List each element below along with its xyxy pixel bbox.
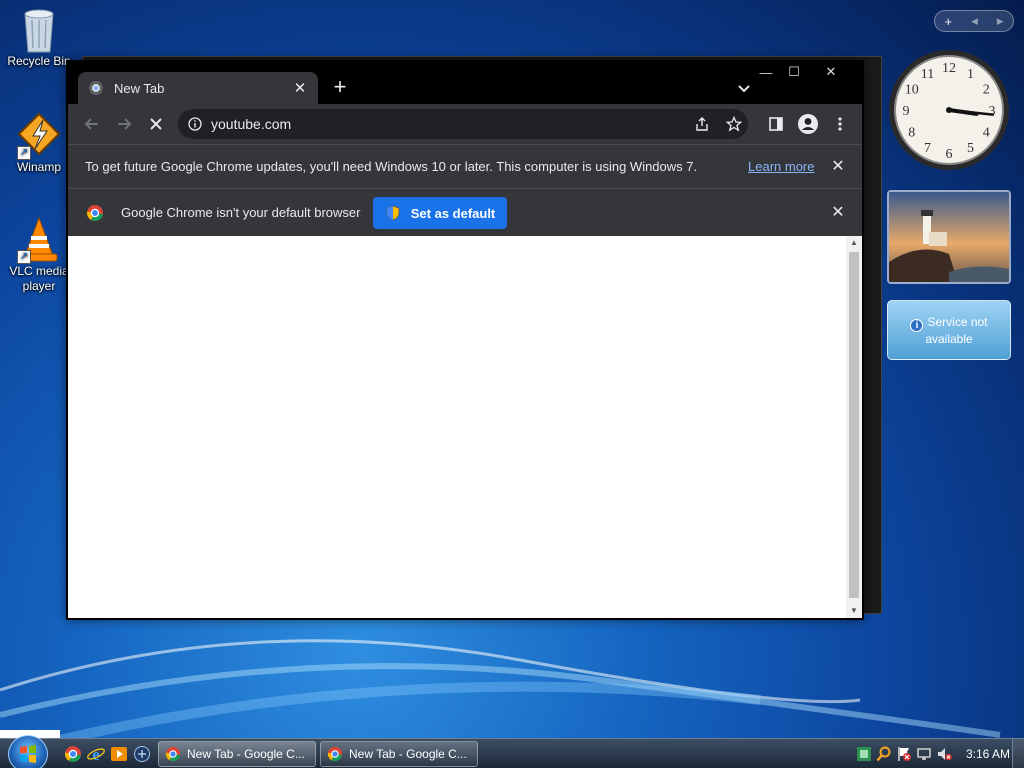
maximize-button[interactable]: ☐ [780,62,808,82]
side-panel-icon [769,117,783,131]
new-tab-button[interactable]: + [328,76,352,100]
default-browser-message: Google Chrome isn't your default browser [121,205,361,220]
clock-numeral: 9 [903,104,910,119]
start-button[interactable] [8,735,48,768]
taskbar-button-label: New Tab - Google C... [187,747,305,761]
share-icon[interactable] [694,116,710,132]
scroll-down-icon[interactable]: ▼ [846,604,862,618]
learn-more-link[interactable]: Learn more [748,159,814,174]
clock-numeral: 12 [942,61,956,76]
clock-numeral: 3 [989,104,996,119]
update-message: To get future Google Chrome updates, you… [85,159,698,174]
avatar-icon [798,114,818,134]
prev-gadget-button[interactable]: ◂ [971,13,978,29]
network-tray-icon[interactable] [856,746,872,762]
taskbar-chrome-window-2[interactable]: New Tab - Google C... [320,741,478,767]
network-monitor-tray-icon[interactable] [916,746,932,762]
media-player-icon[interactable] [110,745,128,763]
tab-search-button[interactable] [734,78,754,98]
scroll-thumb[interactable] [849,252,859,598]
update-infobar: To get future Google Chrome updates, you… [68,144,862,188]
chrome-logo-icon [165,746,181,762]
stop-icon [150,118,162,130]
forward-arrow-icon [118,118,132,130]
show-desktop-quicklaunch-icon[interactable] [133,745,151,763]
winamp-icon: ↗ [17,112,61,160]
close-update-infobar-icon[interactable]: ✕ [830,159,846,175]
svg-text:e: e [92,745,100,763]
site-info-icon[interactable] [188,117,202,131]
action-center-flag-icon[interactable] [896,746,912,762]
tab-close-icon[interactable]: ✕ [292,80,308,97]
side-panel-button[interactable] [764,112,788,136]
next-gadget-button[interactable]: ▸ [997,13,1004,29]
close-window-button[interactable]: ✕ [808,62,854,82]
info-icon: i [910,319,924,332]
taskbar-clock[interactable]: 3:16 AM [966,747,1010,761]
close-default-infobar-icon[interactable]: ✕ [830,205,846,221]
chrome-logo-icon [327,746,343,762]
windows-logo-icon [20,745,36,763]
clock-numeral: 6 [946,147,953,162]
back-arrow-icon [84,118,98,130]
chrome-quicklaunch-icon[interactable] [64,745,82,763]
shortcut-arrow-icon: ↗ [17,146,31,160]
taskbar: e New Tab - Google C... New Tab - Google… [0,735,1024,768]
chevron-down-icon [738,85,750,93]
clock-numeral: 2 [983,83,990,98]
window-caption-buttons: — ☐ ✕ [752,62,854,82]
clock-numeral: 7 [924,141,931,156]
url-text[interactable]: youtube.com [211,116,291,132]
add-gadget-button[interactable]: + [945,14,953,29]
back-button[interactable] [80,112,104,136]
profile-button[interactable] [796,112,820,136]
forward-button[interactable] [112,112,136,136]
vlc-icon: ↗ [17,216,61,264]
default-browser-infobar: Google Chrome isn't your default browser… [68,188,862,236]
gadget-controls: + ◂ ▸ [934,10,1014,32]
weather-status: Service not available [925,315,988,346]
weather-gadget[interactable]: i Service not available [887,300,1011,360]
volume-muted-icon[interactable] [936,746,952,762]
page-content[interactable] [68,236,846,618]
minimize-button[interactable]: — [752,62,780,82]
clock-numeral: 5 [967,141,974,156]
shortcut-arrow-icon: ↗ [17,250,31,264]
chrome-favicon-icon [89,81,103,95]
taskbar-chrome-window-1[interactable]: New Tab - Google C... [158,741,316,767]
address-bar[interactable]: youtube.com [178,109,748,139]
chrome-window: New Tab ✕ + — ☐ ✕ youtube.com To get fut… [66,60,864,620]
tab-new-tab[interactable]: New Tab ✕ [78,72,318,104]
clock-numeral: 8 [908,126,915,141]
clock-numeral: 11 [921,67,934,82]
recycle-bin-icon [17,6,61,53]
clock-gadget[interactable]: 1 2 3 4 5 6 7 8 9 10 11 12 [887,48,1011,172]
uac-shield-icon [386,205,400,221]
set-as-default-label: Set as default [410,205,496,221]
clock-numeral: 4 [983,126,990,141]
stop-loading-button[interactable] [144,112,168,136]
tab-title: New Tab [114,80,165,96]
title-bar[interactable]: New Tab ✕ + — ☐ ✕ [68,62,862,104]
search-tray-icon[interactable] [876,746,892,762]
vertical-scrollbar[interactable]: ▲ ▼ [846,236,862,618]
chrome-logo-icon [86,205,103,221]
set-as-default-button[interactable]: Set as default [373,197,507,229]
internet-explorer-icon[interactable]: e [87,745,105,763]
system-tray: 3:16 AM [856,741,1010,767]
toolbar: youtube.com [68,104,862,144]
show-desktop-button[interactable] [1012,739,1024,768]
clock-numeral: 10 [905,83,919,98]
menu-button[interactable] [828,112,852,136]
taskbar-button-label: New Tab - Google C... [349,747,467,761]
slideshow-gadget[interactable] [887,190,1011,284]
kebab-menu-icon [838,117,842,131]
bookmark-star-icon[interactable] [726,116,742,132]
clock-numeral: 1 [967,67,974,82]
scroll-up-icon[interactable]: ▲ [846,236,862,250]
